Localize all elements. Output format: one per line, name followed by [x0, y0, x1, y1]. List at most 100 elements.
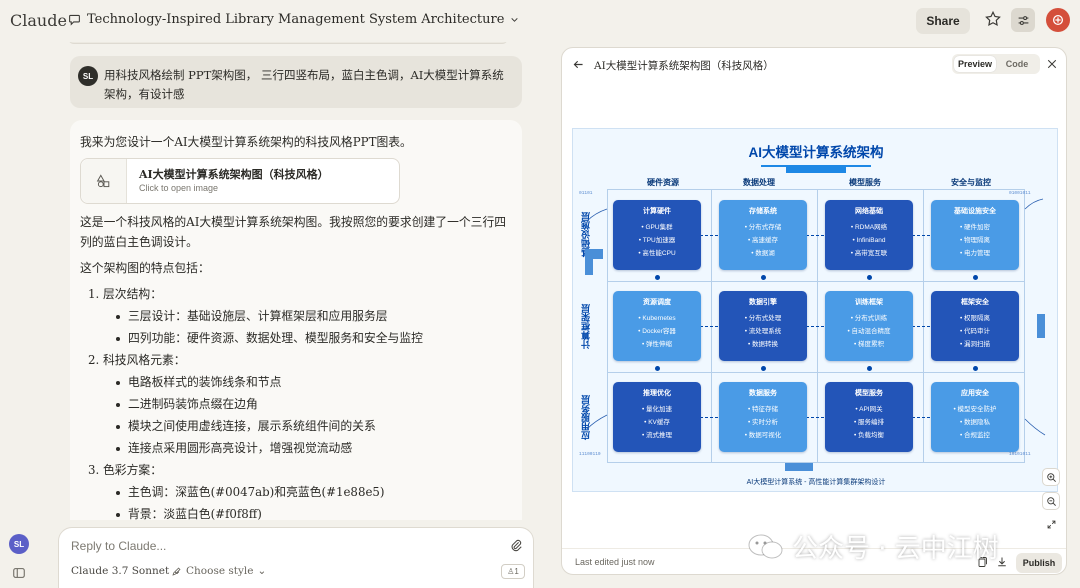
chevron-down-icon — [511, 18, 519, 22]
user-avatar-button[interactable] — [1046, 8, 1070, 32]
module-item: • 流处理系统 — [744, 328, 782, 335]
module-connector — [700, 326, 718, 327]
shapes-icon — [96, 174, 109, 188]
module-item: • 权限隔离 — [959, 315, 991, 322]
pen-icon — [172, 566, 181, 576]
module-connector — [912, 417, 930, 418]
module-item: • 合规监控 — [959, 432, 991, 439]
previous-message — [68, 42, 508, 44]
list-item: 背景：淡蓝白色(#f0f8ff) — [116, 504, 512, 520]
module-item: • API网关 — [855, 406, 883, 413]
module-item: • 弹性伸缩 — [641, 341, 673, 348]
artifact-card[interactable]: AI大模型计算系统架构图（科技风格） Click to open image — [80, 158, 400, 204]
user-avatar: SL — [78, 66, 98, 86]
zoom-out-button[interactable] — [1042, 492, 1060, 510]
list-item: 二进制码装饰点缀在边角 — [116, 394, 512, 414]
claude-logo[interactable]: Claude — [10, 11, 67, 30]
module-card: 数据服务 • 特征存储 • 实时分析 • 数据可视化 — [719, 382, 807, 452]
module-card: 推理优化 • 量化加速 • KV缓存 • 流式推理 — [613, 382, 701, 452]
user-message: SL 用科技风格绘制 PPT架构图， 三行四竖布局，蓝白主色调，AI大模型计算系… — [70, 56, 522, 108]
module-item: • 物理隔离 — [959, 237, 991, 244]
module-connector — [912, 235, 930, 236]
star-icon[interactable] — [984, 10, 1002, 28]
assistant-paragraph: 这个架构图的特点包括： — [80, 261, 210, 275]
artifact-panel-header: AI大模型计算系统架构图（科技风格） Preview Code — [562, 48, 1066, 82]
module-item: • 量化加速 — [641, 406, 673, 413]
connection-dot — [867, 275, 872, 280]
module-title: 网络基础 — [855, 208, 883, 215]
tab-code[interactable]: Code — [996, 56, 1038, 72]
watermark-text: 公众号 · 云中江树 — [792, 534, 999, 564]
binary-decoration: 01001011 — [1009, 191, 1031, 196]
module-card: 训练框架 • 分布式训练 • 自动混合精度 • 梯度累积 — [825, 291, 913, 361]
module-item: • GPU集群 — [641, 224, 673, 231]
module-item: • 服务编排 — [853, 419, 885, 426]
module-connector — [806, 326, 824, 327]
module-title: 数据服务 — [749, 390, 777, 397]
expand-icon — [1047, 520, 1055, 528]
module-title: 基础设施安全 — [954, 208, 996, 215]
wechat-icon — [748, 534, 783, 558]
close-icon[interactable] — [1046, 58, 1058, 70]
feature-list: 1. 层次结构： 三层设计：基础设施层、计算框架层和应用服务层 四列功能：硬件资… — [88, 284, 512, 520]
module-title: 应用安全 — [961, 390, 989, 397]
reply-input[interactable]: Reply to Claude... — [71, 539, 166, 553]
module-item: • Docker容器 — [638, 328, 676, 335]
publish-button[interactable]: Publish — [1016, 553, 1062, 573]
module-title: 存储系统 — [749, 208, 777, 215]
artifact-card-title: AI大模型计算系统架构图（科技风格） — [139, 168, 329, 181]
module-item: • KV缓存 — [644, 419, 670, 426]
settings-sliders-button[interactable] — [1011, 8, 1035, 32]
model-name: Claude 3.7 Sonnet — [71, 565, 170, 577]
tab-preview[interactable]: Preview — [954, 56, 996, 72]
zoom-in-button[interactable] — [1042, 468, 1060, 486]
sliders-icon — [1018, 15, 1028, 25]
assistant-intro: 我来为您设计一个AI大模型计算系统架构的科技风格PPT图表。 — [80, 135, 412, 149]
sidebar-toggle-icon[interactable] — [12, 566, 26, 580]
connection-dot — [655, 366, 660, 371]
module-item: • InfiniBand — [852, 237, 886, 244]
module-item: • 梯度累积 — [853, 341, 885, 348]
model-selector[interactable]: Claude 3.7 Sonnet ⌄ — [71, 565, 181, 577]
share-button[interactable]: Share — [916, 8, 970, 34]
style-selector[interactable]: Choose style ⌄ — [171, 565, 266, 577]
view-toggle: Preview Code — [952, 54, 1040, 74]
architecture-diagram: AI大模型计算系统架构 硬件资源 数据处理 模型服务 安全与监控 基础设施层 计… — [572, 128, 1058, 492]
module-item: • 数据可视化 — [744, 432, 782, 439]
connection-dot — [973, 275, 978, 280]
user-avatar-icon — [1052, 14, 1064, 26]
module-card: 计算硬件 • GPU集群 • TPU加速器 • 高性能CPU — [613, 200, 701, 270]
chat-title-text: Technology-Inspired Library Management S… — [87, 12, 505, 27]
module-item: • 特征存储 — [747, 406, 779, 413]
sidebar-user-avatar[interactable]: SL — [9, 534, 29, 554]
artifact-card-subtitle: Click to open image — [139, 183, 219, 193]
module-card: 基础设施安全 • 硬件加密 • 物理隔离 • 电力管理 — [931, 200, 1019, 270]
module-connector — [806, 417, 824, 418]
top-bar: Claude Technology-Inspired Library Manag… — [0, 0, 1080, 42]
attachment-count[interactable]: ♙ 1 — [501, 564, 525, 579]
module-card: 存储系统 • 分布式存储 • 高速缓存 • 数据湖 — [719, 200, 807, 270]
connection-dot — [655, 275, 660, 280]
composer[interactable]: Reply to Claude... Claude 3.7 Sonnet ⌄ C… — [58, 527, 534, 588]
list-item: 模块之间使用虚线连接，展示系统组件间的关系 — [116, 416, 512, 436]
module-item: • 分布式训练 — [850, 315, 888, 322]
fullscreen-button[interactable] — [1042, 515, 1060, 533]
module-title: 框架安全 — [961, 299, 989, 306]
zoom-out-icon — [1046, 496, 1056, 506]
binary-decoration: 01101 — [579, 191, 593, 196]
module-connector — [700, 235, 718, 236]
list-heading: 1. 层次结构： — [88, 287, 162, 301]
module-item: • 数据湖 — [751, 250, 775, 257]
module-item: • 实时分析 — [747, 419, 779, 426]
list-heading: 3. 色彩方案： — [88, 463, 162, 477]
connection-dot — [867, 366, 872, 371]
module-item: • 负载均衡 — [853, 432, 885, 439]
module-item: • 数据隐私 — [959, 419, 991, 426]
back-arrow-icon[interactable] — [572, 58, 585, 71]
binary-decoration: 10101011 — [1009, 452, 1031, 457]
assistant-paragraph: 这是一个科技风格的AI大模型计算系统架构图。我按照您的要求创建了一个三行四列的蓝… — [80, 215, 507, 249]
paperclip-icon[interactable] — [509, 538, 523, 552]
chat-title-button[interactable]: Technology-Inspired Library Management S… — [68, 12, 519, 27]
user-message-text: 用科技风格绘制 PPT架构图， 三行四竖布局，蓝白主色调，AI大模型计算系统架构… — [104, 68, 504, 101]
watermark: 公众号 · 云中江树 — [748, 528, 999, 565]
